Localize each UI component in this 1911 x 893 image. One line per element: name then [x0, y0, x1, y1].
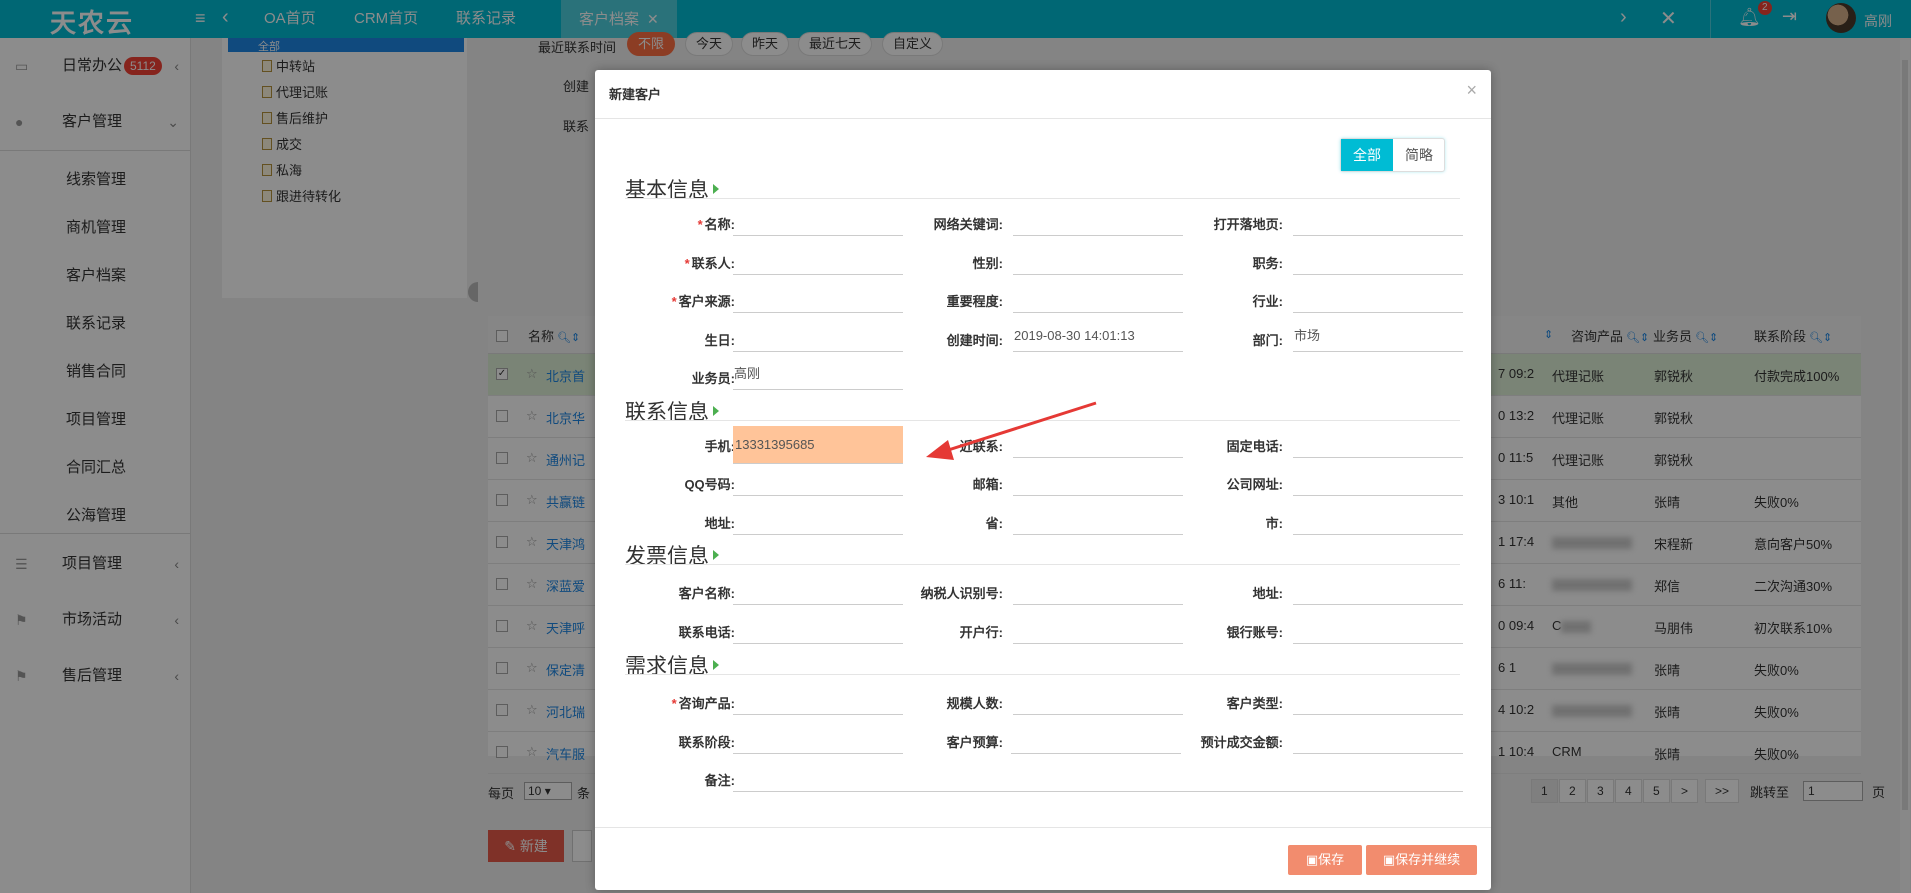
label-customer-type: 客户类型: — [1226, 696, 1283, 711]
label-created-time: 创建时间: — [946, 333, 1003, 348]
divider — [625, 674, 1460, 675]
label-province: 省: — [985, 516, 1003, 531]
new-customer-modal: 新建客户 × 全部 简略 基本信息 * 名称: 网络关键词: 打开落地页: * 联系… — [595, 70, 1491, 890]
divider — [595, 118, 1491, 119]
label-product: * 咨询产品: — [671, 696, 735, 711]
label-contact-person: * 联系人: — [684, 256, 735, 271]
label-expected-amount: 预计成交金额: — [1200, 735, 1283, 750]
label-position: 职务: — [1252, 256, 1283, 271]
expected-amount-field[interactable] — [1293, 722, 1463, 754]
triangle-icon — [713, 406, 719, 416]
section-title-demand: 需求信息 — [625, 654, 709, 678]
triangle-icon — [713, 550, 719, 560]
label-scale: 规模人数: — [946, 696, 1003, 711]
triangle-icon — [713, 184, 719, 194]
label-website: 公司网址: — [1226, 477, 1283, 492]
section-title-invoice: 发票信息 — [625, 544, 709, 568]
label-landing: 打开落地页: — [1213, 217, 1283, 232]
label-salesman: 业务员: — [691, 371, 735, 386]
label-keyword: 网络关键词: — [933, 217, 1003, 232]
label-gender: 性别: — [972, 256, 1003, 271]
label-birthday: 生日: — [704, 333, 735, 348]
label-budget: 客户预算: — [946, 735, 1003, 750]
label-source: * 客户来源: — [671, 294, 735, 309]
divider — [625, 198, 1460, 199]
toggle-brief-button[interactable]: 简略 — [1393, 139, 1445, 171]
industry-field[interactable] — [1293, 281, 1463, 313]
label-stage: 联系阶段: — [678, 735, 735, 750]
label-qq: QQ号码: — [684, 477, 735, 492]
annotation-arrow — [926, 401, 1097, 460]
label-tax-id: 纳税人识别号: — [920, 586, 1003, 601]
divider — [595, 827, 1491, 828]
bank-account-field[interactable] — [1293, 612, 1463, 644]
label-remark: 备注: — [704, 773, 735, 788]
department-field[interactable]: 市场 — [1293, 320, 1463, 352]
label-email: 邮箱: — [972, 477, 1003, 492]
label-address: 地址: — [704, 516, 735, 531]
label-bank-account: 银行账号: — [1226, 625, 1283, 640]
label-department: 部门: — [1252, 333, 1283, 348]
label-importance: 重要程度: — [946, 294, 1003, 309]
remark-field[interactable] — [733, 760, 1463, 792]
label-landline: 固定电话: — [1226, 439, 1283, 454]
label-name: * 名称: — [697, 217, 735, 232]
label-invoice-phone: 联系电话: — [678, 625, 735, 640]
save-continue-button[interactable]: ▣保存并继续 — [1366, 845, 1477, 875]
label-mobile: 手机: — [704, 439, 735, 454]
view-toggle: 全部 简略 — [1340, 138, 1445, 172]
label-invoice-customer: 客户名称: — [678, 586, 735, 601]
label-invoice-address: 地址: — [1252, 586, 1283, 601]
position-field[interactable] — [1293, 243, 1463, 275]
salesman-field[interactable]: 高刚 — [733, 358, 903, 390]
customer-type-field[interactable] — [1293, 683, 1463, 715]
city-field[interactable] — [1293, 503, 1463, 535]
toggle-all-button[interactable]: 全部 — [1341, 139, 1393, 171]
save-button[interactable]: ▣保存 — [1288, 845, 1362, 875]
label-city: 市: — [1265, 516, 1283, 531]
website-field[interactable] — [1293, 464, 1463, 496]
landline-field[interactable] — [1293, 426, 1463, 458]
landing-page-field[interactable] — [1293, 204, 1463, 236]
invoice-address-field[interactable] — [1293, 573, 1463, 605]
divider — [625, 564, 1460, 565]
triangle-icon — [713, 660, 719, 670]
section-title-contact: 联系信息 — [625, 400, 709, 424]
section-title-basic: 基本信息 — [625, 178, 709, 202]
modal-title: 新建客户 — [609, 87, 662, 102]
label-bank: 开户行: — [959, 625, 1003, 640]
close-icon[interactable]: × — [1466, 80, 1477, 101]
label-industry: 行业: — [1252, 294, 1283, 309]
